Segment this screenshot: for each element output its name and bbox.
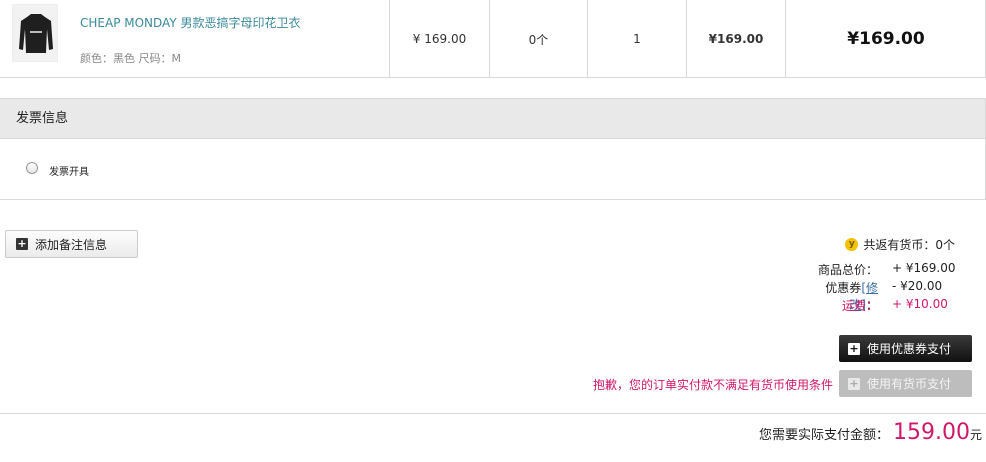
product-attributes: 颜色：黑色 尺码：M: [80, 52, 181, 65]
product-row: CHEAP MONDAY 男款恶搞字母印花卫衣 颜色：黑色 尺码：M ¥ 169…: [0, 0, 986, 78]
total-payable: 您需要实际支付金额： 159.00 元: [759, 420, 982, 445]
plus-icon: +: [848, 341, 860, 355]
coupon-pay-button[interactable]: + 使用优惠券支付: [839, 335, 972, 362]
add-note-button[interactable]: + 添加备注信息: [5, 230, 138, 258]
total-unit: 元: [969, 428, 982, 442]
coupon-pay-label: 使用优惠券支付: [867, 342, 952, 356]
coin-pay-button[interactable]: + 使用有货币支付: [839, 370, 972, 397]
coin-icon: y: [845, 238, 859, 251]
product-name-link[interactable]: CHEAP MONDAY 男款恶搞字母印花卫衣: [80, 14, 320, 32]
total-label: 您需要实际支付金额：: [758, 428, 889, 443]
invoice-section: 发票信息 发票开具: [0, 98, 986, 200]
item-subtotal: ¥169.00: [686, 0, 785, 78]
add-note-label: 添加备注信息: [35, 237, 108, 252]
invoice-option-label[interactable]: 发票开具: [49, 163, 89, 178]
total-divider: [0, 413, 986, 414]
item-total: ¥169.00: [785, 0, 986, 78]
invoice-title: 发票信息: [0, 99, 985, 139]
goods-total-row: 商品总价： + ¥169.00: [808, 261, 956, 278]
coins-return-summary: y 共返有货币：0个: [845, 236, 955, 253]
shipping-row: 运费： + ¥10.00: [808, 297, 948, 314]
goods-total-label: 商品总价：: [817, 263, 878, 277]
unit-price: ¥ 169.00: [389, 0, 489, 78]
product-thumbnail[interactable]: [12, 4, 58, 62]
coin-pay-label: 使用有货币支付: [867, 377, 952, 391]
invoice-radio[interactable]: [26, 162, 38, 174]
shipping-value: + ¥10.00: [892, 297, 948, 311]
coupon-label: 优惠券: [825, 281, 862, 295]
plus-icon: +: [848, 376, 860, 390]
coin-pay-warning: 抱歉，您的订单实付款不满足有货币使用条件: [592, 378, 833, 392]
sweatshirt-image: [19, 14, 53, 53]
plus-icon: +: [16, 237, 28, 250]
quantity: 1: [587, 0, 686, 78]
total-amount: 159.00: [893, 420, 970, 445]
coins-return: 0个: [489, 0, 587, 78]
goods-total-value: + ¥169.00: [892, 261, 956, 275]
shipping-label: 运费：: [841, 299, 878, 313]
coins-return-text: 共返有货币：0个: [863, 238, 955, 252]
